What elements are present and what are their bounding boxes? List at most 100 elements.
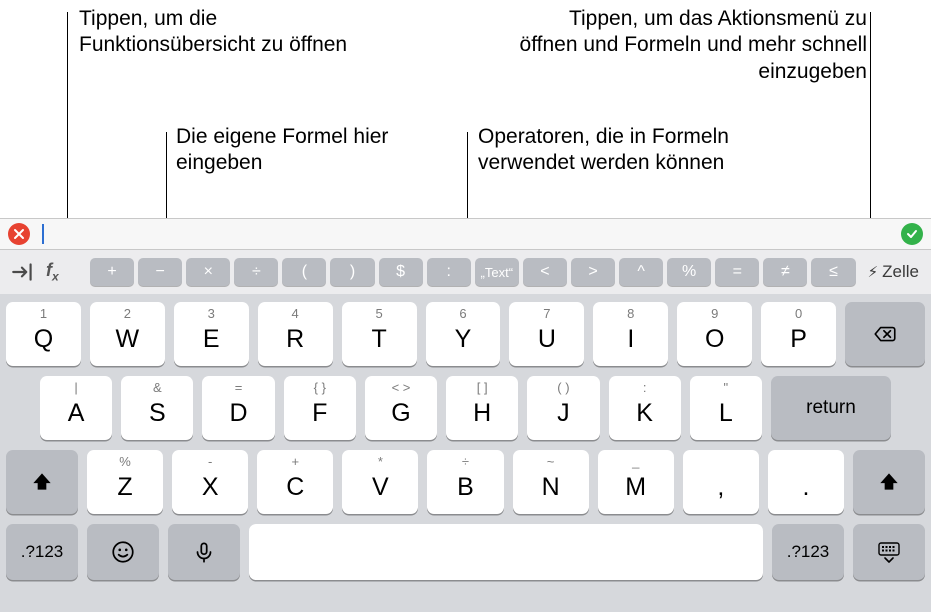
key-main-label: G <box>391 399 410 428</box>
confirm-button[interactable] <box>901 223 923 245</box>
dismiss-keyboard-key[interactable] <box>853 524 925 580</box>
key-.[interactable]: . <box>768 450 844 514</box>
key-main-label: P <box>790 325 807 354</box>
key-alt-label: = <box>235 380 243 395</box>
key-e[interactable]: 3E <box>174 302 249 366</box>
key-a[interactable]: |A <box>40 376 112 440</box>
key-c[interactable]: +C <box>257 450 333 514</box>
key-p[interactable]: 0P <box>761 302 836 366</box>
return-label: return <box>806 397 856 419</box>
operator-key[interactable]: + <box>90 258 134 286</box>
operator-key[interactable]: ≠ <box>763 258 807 286</box>
keyboard-row-2: |A&S=D{ }F< >G[ ]H ( ) J :K"L return <box>6 376 925 440</box>
key-main-label: E <box>203 325 220 354</box>
key-s[interactable]: &S <box>121 376 193 440</box>
key-main-label: Z <box>117 473 132 502</box>
key-alt-label: _ <box>632 454 639 469</box>
mode-label: .?123 <box>21 542 64 562</box>
key-main-label: B <box>457 473 474 502</box>
key-alt-label: 2 <box>124 306 131 321</box>
shift-key[interactable] <box>853 450 925 514</box>
formula-input[interactable] <box>38 219 893 249</box>
key-main-label: Y <box>455 325 472 354</box>
annotation-functions: Tippen, um die Funktionsübersicht zu öff… <box>79 6 379 59</box>
key-main-label: T <box>371 325 386 354</box>
operator-key[interactable]: ≤ <box>811 258 855 286</box>
key-alt-label: 0 <box>795 306 802 321</box>
operator-key[interactable]: ) <box>330 258 374 286</box>
key-v[interactable]: *V <box>342 450 418 514</box>
operator-key[interactable]: ^ <box>619 258 663 286</box>
key-main-label: J <box>557 399 570 428</box>
keyboard-row-1: 1Q2W3E4R5T6Y7U8I9O0P <box>6 302 925 366</box>
key-t[interactable]: 5T <box>342 302 417 366</box>
dictation-key[interactable] <box>168 524 240 580</box>
key-main-label: I <box>627 325 634 354</box>
key-alt-label: 1 <box>40 306 47 321</box>
operator-key[interactable]: % <box>667 258 711 286</box>
return-key[interactable]: return <box>771 376 891 440</box>
key-o[interactable]: 9O <box>677 302 752 366</box>
bolt-icon: ⚡︎ <box>868 263 879 281</box>
key-i[interactable]: 8I <box>593 302 668 366</box>
key-alt-label: ÷ <box>462 454 469 469</box>
key-y[interactable]: 6Y <box>426 302 501 366</box>
key-main-label: . <box>802 473 809 502</box>
operator-key[interactable]: : <box>427 258 471 286</box>
shift-key[interactable] <box>6 450 78 514</box>
key-u[interactable]: 7U <box>509 302 584 366</box>
key-main-label: Q <box>34 325 53 354</box>
key-alt-label: % <box>119 454 131 469</box>
backspace-key[interactable] <box>845 302 925 366</box>
functions-button[interactable]: fx <box>46 260 84 284</box>
key-g[interactable]: < >G <box>365 376 437 440</box>
operator-key[interactable]: ( <box>282 258 326 286</box>
key-n[interactable]: ~N <box>513 450 589 514</box>
operator-key[interactable]: > <box>571 258 615 286</box>
indent-button[interactable] <box>6 257 40 287</box>
fx-label: fx <box>46 260 59 280</box>
operator-key[interactable]: < <box>523 258 567 286</box>
key-main-label: A <box>68 399 85 428</box>
mode-switch-key-left[interactable]: .?123 <box>6 524 78 580</box>
key-f[interactable]: { }F <box>284 376 356 440</box>
mode-switch-key-right[interactable]: .?123 <box>772 524 844 580</box>
zelle-label: Zelle <box>882 262 919 282</box>
operator-key[interactable]: × <box>186 258 230 286</box>
key-x[interactable]: -X <box>172 450 248 514</box>
cancel-button[interactable] <box>8 223 30 245</box>
key-b[interactable]: ÷B <box>427 450 503 514</box>
key-w[interactable]: 2W <box>90 302 165 366</box>
operator-key[interactable]: „Text“ <box>475 258 519 286</box>
key-k[interactable]: :K <box>609 376 681 440</box>
key-m[interactable]: _M <box>598 450 674 514</box>
key-alt-label: ~ <box>547 454 555 469</box>
key-,[interactable]: , <box>683 450 759 514</box>
operator-key[interactable]: $ <box>379 258 423 286</box>
cell-action-button[interactable]: ⚡︎ Zelle <box>862 262 925 282</box>
operator-key[interactable]: ÷ <box>234 258 278 286</box>
key-j[interactable]: ( ) J <box>527 376 599 440</box>
key-main-label: V <box>372 473 389 502</box>
operator-key[interactable]: = <box>715 258 759 286</box>
annotation-operators: Operatoren, die in Formeln verwendet wer… <box>478 124 778 177</box>
tab-indent-icon <box>10 259 36 285</box>
key-main-label: L <box>719 399 733 428</box>
operator-key[interactable]: − <box>138 258 182 286</box>
key-h[interactable]: [ ]H <box>446 376 518 440</box>
key-r[interactable]: 4R <box>258 302 333 366</box>
key-q[interactable]: 1Q <box>6 302 81 366</box>
key-z[interactable]: %Z <box>87 450 163 514</box>
key-alt-label: 7 <box>543 306 550 321</box>
emoji-key[interactable] <box>87 524 159 580</box>
operator-row: +−×÷()$:„Text“<>^%=≠≤ <box>90 258 856 286</box>
key-main-label: F <box>312 399 327 428</box>
key-d[interactable]: =D <box>202 376 274 440</box>
emoji-icon <box>110 539 136 565</box>
keyboard: 1Q2W3E4R5T6Y7U8I9O0P |A&S=D{ }F< >G[ ]H(… <box>0 294 931 612</box>
key-l[interactable]: "L <box>690 376 762 440</box>
key-main-label: R <box>286 325 304 354</box>
key-main-label: U <box>538 325 556 354</box>
key-alt-label: ( ) <box>557 380 569 395</box>
space-key[interactable] <box>249 524 763 580</box>
